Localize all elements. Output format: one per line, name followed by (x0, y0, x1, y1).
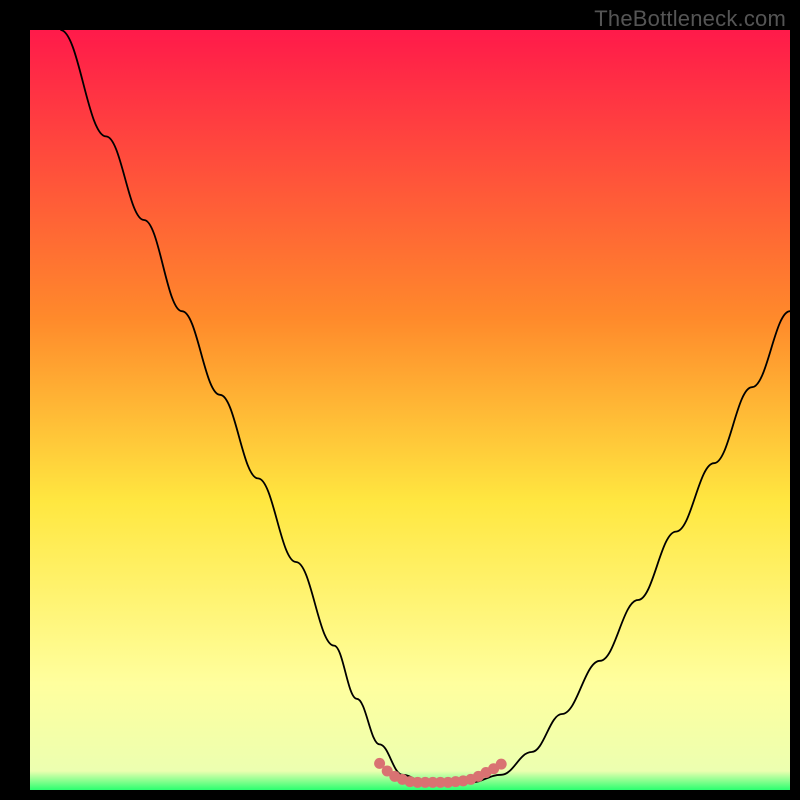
attribution-label: TheBottleneck.com (594, 6, 786, 32)
plot-area (30, 30, 790, 790)
gradient-background (30, 30, 790, 790)
optimal-marker (496, 759, 507, 770)
bottleneck-chart (30, 30, 790, 790)
